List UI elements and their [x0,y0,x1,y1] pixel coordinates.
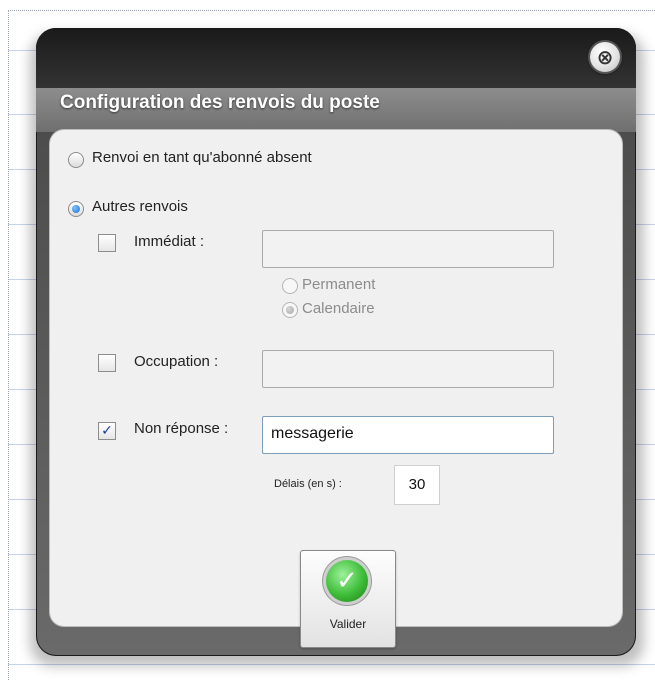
occupation-label: Occupation : [134,353,219,370]
validate-label: Valider [329,617,367,631]
delais-input[interactable]: 30 [394,465,440,505]
immediat-label: Immédiat : [134,233,205,250]
non-reponse-checkbox[interactable]: ✓ [98,422,116,440]
close-icon[interactable]: ⊗ [590,42,620,72]
permanent-radio[interactable] [282,278,298,294]
non-reponse-value: messagerie [271,425,354,442]
non-reponse-field[interactable]: messagerie [262,416,554,454]
absent-label: Renvoi en tant qu'abonné absent [92,149,312,166]
delais-label: Délais (en s) : [274,478,342,490]
calendaire-radio[interactable] [282,302,298,318]
dialog-header [36,28,636,88]
dialog-content: Renvoi en tant qu'abonné absent Autres r… [50,130,622,648]
occupation-field[interactable] [262,350,554,388]
permanent-label: Permanent [302,276,376,293]
forwarding-dialog: ⊗ Configuration des renvois du poste Ren… [36,28,636,656]
non-reponse-label: Non réponse : [134,420,229,437]
dialog-title: Configuration des renvois du poste [60,92,380,113]
occupation-checkbox[interactable] [98,354,116,372]
absent-radio[interactable] [68,152,84,168]
immediat-field[interactable] [262,230,554,268]
calendaire-label: Calendaire [302,300,375,317]
validate-button[interactable]: ✓ Valider [300,550,396,648]
other-forwarding-radio[interactable] [68,201,84,217]
other-forwarding-label: Autres renvois [92,198,188,215]
check-icon: ✓ [326,560,368,602]
immediat-checkbox[interactable] [98,234,116,252]
